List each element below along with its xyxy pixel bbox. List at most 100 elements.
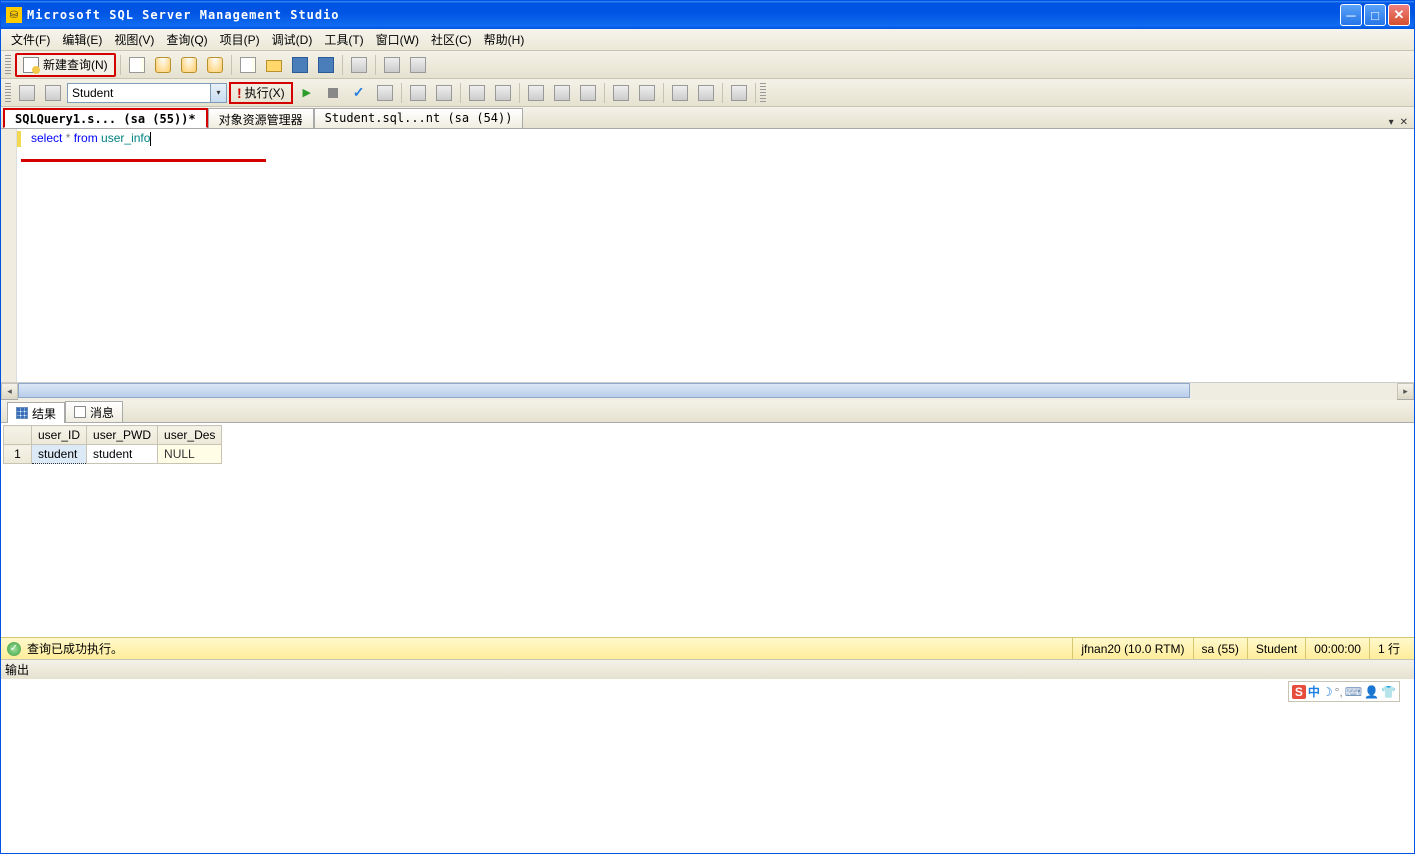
results-grid-wrap[interactable]: user_ID user_PWD user_Des 1 student stud… xyxy=(1,423,1414,637)
cell-user-pwd[interactable]: student xyxy=(87,445,158,464)
database-combo-value: Student xyxy=(72,86,113,100)
execute-bang-icon: ! xyxy=(237,85,242,101)
menu-view[interactable]: 视图(V) xyxy=(108,28,160,51)
increase-indent-button[interactable] xyxy=(694,81,718,105)
toolbar2-grip2[interactable] xyxy=(760,83,766,103)
new-query-button[interactable]: 新建查询(N) xyxy=(15,53,116,77)
messages-tab[interactable]: 消息 xyxy=(65,401,123,422)
col-user-des[interactable]: user_Des xyxy=(158,426,222,445)
open-folder-button[interactable] xyxy=(262,53,286,77)
scroll-thumb[interactable] xyxy=(18,383,1190,398)
cell-user-id[interactable]: student xyxy=(32,445,87,464)
ime-punct-icon[interactable]: °, xyxy=(1335,685,1343,699)
specify-template-button[interactable] xyxy=(432,81,456,105)
grid-header-row: user_ID user_PWD user_Des xyxy=(4,426,222,445)
open-file-button[interactable] xyxy=(236,53,260,77)
output-panel-header[interactable]: 输出 xyxy=(1,659,1414,679)
keyword-from: from xyxy=(74,131,98,145)
ime-moon-icon[interactable]: ☽ xyxy=(1322,685,1333,699)
connect-button[interactable] xyxy=(15,81,39,105)
menu-file[interactable]: 文件(F) xyxy=(5,28,56,51)
ime-toolbar[interactable]: S 中 ☽ °, ⌨ 👤 👕 xyxy=(1288,681,1400,702)
close-button[interactable]: ✕ xyxy=(1388,4,1410,26)
menu-tools[interactable]: 工具(T) xyxy=(318,28,369,51)
include-stats-button[interactable] xyxy=(491,81,515,105)
new-file-button[interactable] xyxy=(125,53,149,77)
new-de-button[interactable] xyxy=(151,53,175,77)
minimize-button[interactable]: ─ xyxy=(1340,4,1362,26)
toolbar-grip[interactable] xyxy=(5,55,11,75)
status-server: jfnan20 (10.0 RTM) xyxy=(1072,638,1192,659)
ime-logo-icon[interactable]: S xyxy=(1292,685,1306,699)
registered-servers-button[interactable] xyxy=(380,53,404,77)
debug-button[interactable]: ▶ xyxy=(295,81,319,105)
analysis-icon xyxy=(181,57,197,73)
cancel-query-button[interactable] xyxy=(321,81,345,105)
grid-corner[interactable] xyxy=(4,426,32,445)
sql-editor[interactable]: select * from user_info xyxy=(1,129,1414,382)
grid-icon xyxy=(554,85,570,101)
maximize-button[interactable]: □ xyxy=(1364,4,1386,26)
database-engine-icon xyxy=(155,57,171,73)
database-combo[interactable]: Student ▾ xyxy=(67,83,227,103)
toolbar2-grip[interactable] xyxy=(5,83,11,103)
execute-button[interactable]: ! 执行(X) xyxy=(229,82,293,104)
table-identifier: user_info xyxy=(101,131,150,145)
title-bar: ⛁ Microsoft SQL Server Management Studio… xyxy=(1,1,1414,29)
cell-user-des[interactable]: NULL xyxy=(158,445,222,464)
tab-object-explorer[interactable]: 对象资源管理器 xyxy=(208,108,314,128)
ime-language-icon[interactable]: 中 xyxy=(1308,683,1320,700)
design-query-button[interactable] xyxy=(406,81,430,105)
estimated-plan-button[interactable] xyxy=(373,81,397,105)
combo-dropdown-icon: ▾ xyxy=(210,84,226,102)
status-db: Student xyxy=(1247,638,1305,659)
tab-sqlquery1[interactable]: SQLQuery1.s... (sa (55))* xyxy=(3,108,208,128)
messages-icon xyxy=(74,406,86,418)
activity-monitor-button[interactable] xyxy=(347,53,371,77)
new-ce-button[interactable] xyxy=(203,53,227,77)
text-icon xyxy=(528,85,544,101)
menu-help[interactable]: 帮助(H) xyxy=(478,28,531,51)
parse-button[interactable]: ✓ xyxy=(347,81,371,105)
results-tab[interactable]: 结果 xyxy=(7,402,65,423)
active-files-dropdown[interactable]: ▾ xyxy=(1387,117,1396,128)
object-explorer-button[interactable] xyxy=(406,53,430,77)
editor-horizontal-scrollbar[interactable]: ◂ ▸ xyxy=(1,382,1414,399)
col-user-id[interactable]: user_ID xyxy=(32,426,87,445)
ime-skin-icon[interactable]: 👕 xyxy=(1381,685,1396,699)
include-plan-button[interactable] xyxy=(465,81,489,105)
change-connection-button[interactable] xyxy=(41,81,65,105)
results-to-grid-button[interactable] xyxy=(550,81,574,105)
uncomment-button[interactable] xyxy=(635,81,659,105)
menu-project[interactable]: 项目(P) xyxy=(214,28,266,51)
new-as-button[interactable] xyxy=(177,53,201,77)
intellisense-button[interactable] xyxy=(727,81,751,105)
menu-debug[interactable]: 调试(D) xyxy=(266,28,319,51)
grid-row-1[interactable]: 1 student student NULL xyxy=(4,445,222,464)
query-editor-pane: select * from user_info ◂ ▸ xyxy=(1,129,1414,399)
col-user-pwd[interactable]: user_PWD xyxy=(87,426,158,445)
app-icon: ⛁ xyxy=(6,7,22,23)
save-all-button[interactable] xyxy=(314,53,338,77)
ime-person-icon[interactable]: 👤 xyxy=(1364,685,1379,699)
scroll-track[interactable] xyxy=(18,383,1397,400)
ime-keyboard-icon[interactable]: ⌨ xyxy=(1345,685,1362,699)
menu-edit[interactable]: 编辑(E) xyxy=(56,28,108,51)
page-icon xyxy=(129,57,145,73)
results-to-file-button[interactable] xyxy=(576,81,600,105)
scroll-left-button[interactable]: ◂ xyxy=(1,383,18,400)
save-button[interactable] xyxy=(288,53,312,77)
row-number[interactable]: 1 xyxy=(4,445,32,464)
scroll-right-button[interactable]: ▸ xyxy=(1397,383,1414,400)
decrease-indent-button[interactable] xyxy=(668,81,692,105)
activity-icon xyxy=(351,57,367,73)
close-tab-button[interactable]: ✕ xyxy=(1398,117,1410,128)
results-to-text-button[interactable] xyxy=(524,81,548,105)
menu-community[interactable]: 社区(C) xyxy=(425,28,478,51)
tab-student-sql[interactable]: Student.sql...nt (sa (54)) xyxy=(314,108,524,128)
comment-button[interactable] xyxy=(609,81,633,105)
menu-query[interactable]: 查询(Q) xyxy=(160,28,213,51)
menu-window[interactable]: 窗口(W) xyxy=(370,28,425,51)
status-time: 00:00:00 xyxy=(1305,638,1369,659)
messages-tab-label: 消息 xyxy=(90,404,114,421)
